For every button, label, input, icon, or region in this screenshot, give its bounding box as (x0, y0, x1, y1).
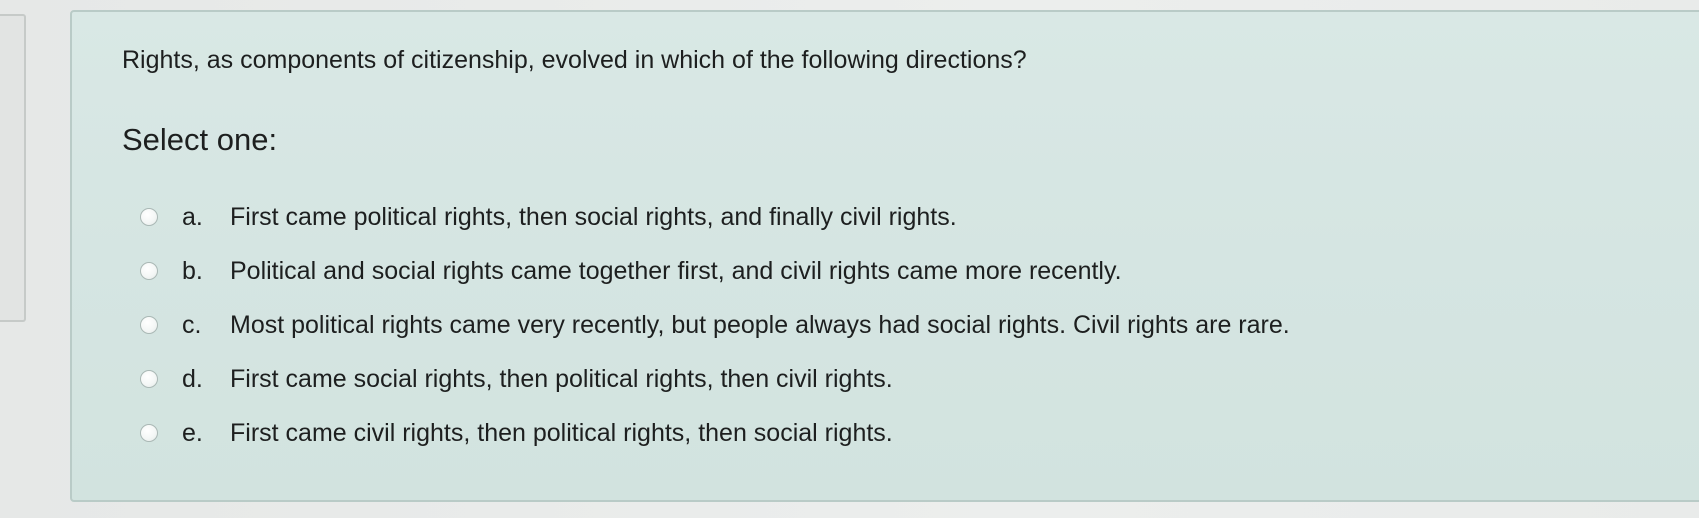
answer-option-b[interactable]: b. Political and social rights came toge… (140, 244, 1290, 298)
option-label[interactable]: First came political rights, then social… (230, 203, 957, 232)
option-letter: d. (182, 364, 203, 393)
radio-button-a[interactable] (140, 208, 158, 226)
answer-option-e[interactable]: e. First came civil rights, then politic… (140, 406, 1290, 460)
question-text: Rights, as components of citizenship, ev… (122, 46, 1027, 74)
option-label[interactable]: First came social rights, then political… (230, 365, 893, 394)
radio-button-c[interactable] (140, 316, 158, 334)
option-letter: c. (182, 310, 202, 339)
option-label[interactable]: First came civil rights, then political … (230, 419, 893, 448)
option-label[interactable]: Political and social rights came togethe… (230, 257, 1122, 286)
option-label[interactable]: Most political rights came very recently… (230, 311, 1290, 340)
radio-button-e[interactable] (140, 424, 158, 442)
answer-option-a[interactable]: a. First came political rights, then soc… (140, 190, 1290, 244)
answer-option-c[interactable]: c. Most political rights came very recen… (140, 298, 1290, 352)
option-letter: b. (182, 256, 203, 285)
option-letter: e. (182, 418, 203, 447)
question-panel: Rights, as components of citizenship, ev… (70, 10, 1699, 502)
option-letter: a. (182, 202, 203, 231)
answer-options: a. First came political rights, then soc… (140, 190, 1290, 460)
left-side-panel-edge (0, 14, 26, 322)
answer-option-d[interactable]: d. First came social rights, then politi… (140, 352, 1290, 406)
radio-button-d[interactable] (140, 370, 158, 388)
select-one-prompt: Select one: (122, 122, 278, 157)
radio-button-b[interactable] (140, 262, 158, 280)
